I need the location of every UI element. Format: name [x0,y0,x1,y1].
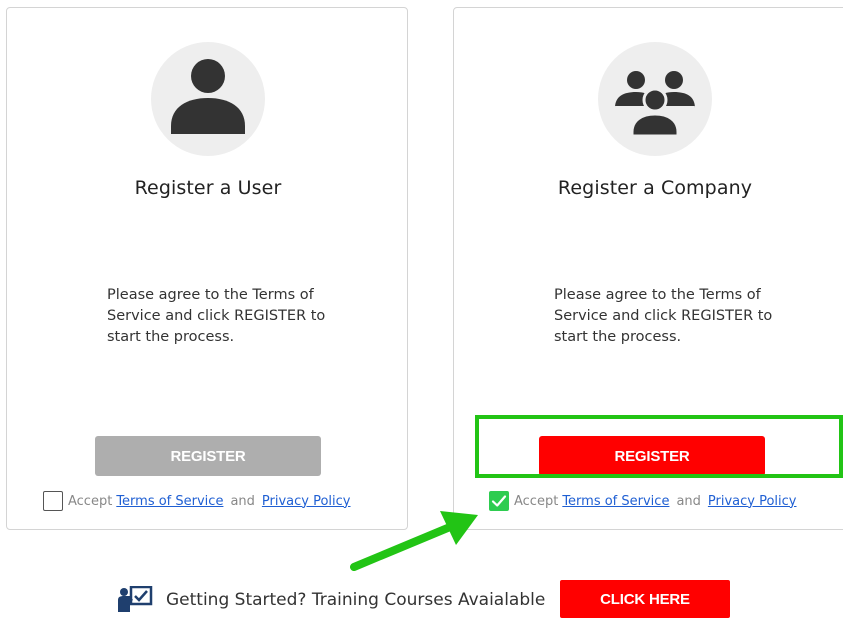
person-icon [171,59,245,134]
accept-terms-row: Accept Terms of Service and Privacy Poli… [43,490,355,512]
privacy-policy-link[interactable]: Privacy Policy [262,494,351,509]
privacy-policy-link[interactable]: Privacy Policy [708,494,797,509]
and-text: and [676,493,701,509]
accept-terms-checkbox[interactable] [489,491,509,511]
register-company-card: Register a Company Please agree to the T… [453,7,843,530]
register-user-card: Register a User Please agree to the Term… [6,7,408,530]
register-user-button[interactable]: REGISTER [95,436,321,476]
card-description: Please agree to the Terms of Service and… [554,287,773,345]
card-title: Register a Company [557,177,753,199]
click-here-button[interactable]: CLICK HERE [560,580,730,618]
terms-of-service-link[interactable]: Terms of Service [562,494,669,509]
group-icon [615,71,695,138]
training-icon [118,586,153,612]
accept-label: Accept [514,493,559,509]
accept-terms-row: Accept Terms of Service and Privacy Poli… [489,490,801,512]
green-arrow-icon [350,511,478,571]
checkmark-icon [491,495,507,507]
card-description: Please agree to the Terms of Service and… [107,287,326,345]
user-avatar [151,42,265,156]
company-avatar [598,42,712,156]
register-company-button[interactable]: REGISTER [539,436,765,476]
and-text: and [230,493,255,509]
accept-label: Accept [68,493,113,509]
footer-text: Getting Started? Training Courses Avaial… [166,590,546,610]
accept-terms-checkbox[interactable] [43,491,63,511]
card-title: Register a User [134,177,282,199]
terms-of-service-link[interactable]: Terms of Service [116,494,223,509]
